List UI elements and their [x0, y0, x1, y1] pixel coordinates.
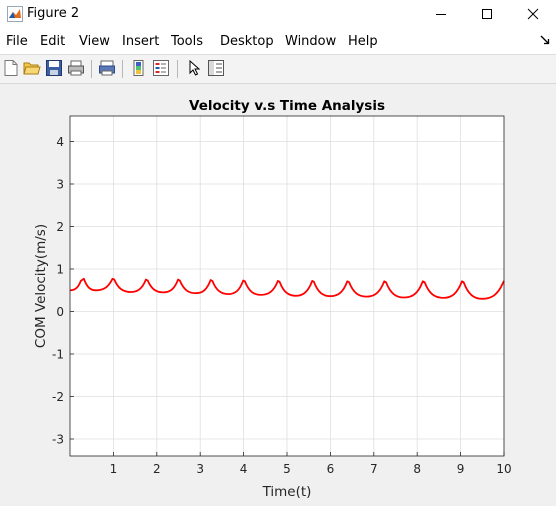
toolbar-separator	[122, 60, 123, 78]
dock-arrow-icon[interactable]	[540, 35, 550, 45]
print-icon[interactable]	[67, 59, 85, 77]
x-tick-label: 1	[110, 462, 118, 476]
y-tick-label: -3	[52, 433, 64, 447]
y-tick-label: 0	[56, 305, 64, 319]
x-tick-label: 2	[153, 462, 161, 476]
x-tick-label: 6	[327, 462, 335, 476]
matlab-app-icon	[7, 6, 23, 22]
y-tick-label: -2	[52, 390, 64, 404]
x-tick-label: 3	[196, 462, 204, 476]
x-axis-label: Time(t)	[262, 484, 312, 500]
figure-toolbar	[0, 55, 556, 84]
menu-bar: File Edit View Insert Tools Desktop Wind…	[0, 28, 556, 55]
close-icon	[527, 8, 539, 20]
menu-edit[interactable]: Edit	[40, 34, 65, 49]
save-icon[interactable]	[45, 59, 63, 77]
y-axis-label: COM Velocity(m/s)	[33, 224, 49, 348]
toolbar-separator	[91, 60, 92, 78]
figure-canvas: 1 2 3 4 5 6 7 8 9 10 -3 -2 -1 0 1 2 3 4 Velocity v.s Time…	[0, 84, 556, 502]
x-tick-label: 9	[457, 462, 465, 476]
x-tick-label: 4	[240, 462, 248, 476]
menu-view[interactable]: View	[79, 34, 110, 49]
x-tick-label: 8	[413, 462, 421, 476]
print-preview-icon[interactable]	[98, 59, 116, 77]
edit-plot-arrow-icon[interactable]	[185, 59, 203, 77]
chart-title: Velocity v.s Time Analysis	[189, 98, 385, 114]
menu-file[interactable]: File	[6, 34, 28, 49]
maximize-button[interactable]	[464, 0, 510, 28]
close-button[interactable]	[510, 0, 556, 28]
minimize-icon	[436, 14, 446, 15]
menu-insert[interactable]: Insert	[122, 34, 159, 49]
menu-help[interactable]: Help	[348, 34, 378, 49]
y-tick-label: -1	[52, 348, 64, 362]
open-file-icon[interactable]	[23, 59, 41, 77]
y-tick-label: 2	[56, 220, 64, 234]
title-bar: Figure 2	[0, 0, 556, 28]
x-tick-label: 5	[283, 462, 291, 476]
velocity-chart: 1 2 3 4 5 6 7 8 9 10 -3 -2 -1 0 1 2 3 4 Velocity v.s Time…	[33, 98, 512, 500]
minimize-button[interactable]	[418, 0, 464, 28]
menu-tools[interactable]: Tools	[171, 34, 203, 49]
menu-desktop[interactable]: Desktop	[220, 34, 274, 49]
y-tick-label: 1	[56, 263, 64, 277]
menu-window[interactable]: Window	[285, 34, 336, 49]
property-editor-icon[interactable]	[207, 59, 225, 77]
x-tick-label: 10	[496, 462, 511, 476]
y-tick-label: 3	[56, 178, 64, 192]
insert-colorbar-icon[interactable]	[130, 59, 148, 77]
insert-legend-icon[interactable]	[152, 59, 170, 77]
y-tick-label: 4	[56, 135, 64, 149]
toolbar-separator	[177, 60, 178, 78]
x-tick-label: 7	[370, 462, 378, 476]
new-figure-icon[interactable]	[2, 59, 20, 77]
maximize-icon	[482, 9, 492, 19]
window-title: Figure 2	[27, 6, 80, 21]
